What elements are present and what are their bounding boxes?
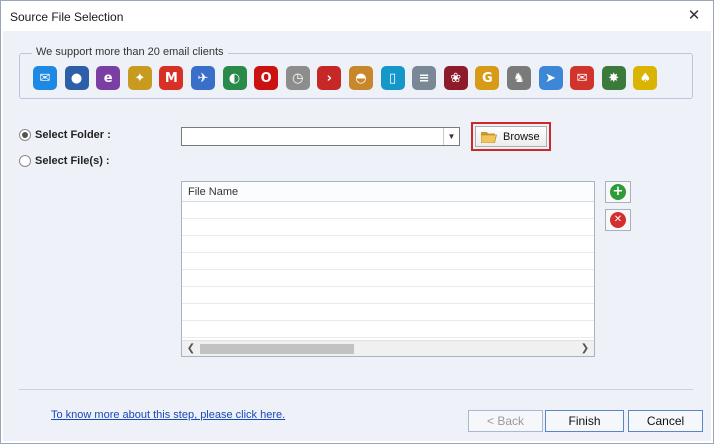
chevron-down-icon[interactable]: ▼ (443, 128, 459, 145)
list-item[interactable] (182, 321, 594, 338)
mail-icon: ✉ (33, 66, 57, 90)
browse-button[interactable]: Browse (475, 126, 547, 147)
bat-icon: ♠ (633, 66, 658, 90)
select-files-label: Select File(s) : (35, 155, 110, 167)
title-bar: Source File Selection ✕ (1, 1, 713, 31)
scroll-thumb[interactable] (200, 344, 354, 354)
gmail-icon: M (159, 66, 184, 90)
postbox-icon: ✈ (190, 66, 215, 90)
back-button[interactable]: < Back (468, 410, 543, 432)
browse-label: Browse (503, 130, 540, 143)
footer-divider (19, 389, 693, 390)
close-icon[interactable]: ✕ (685, 7, 703, 25)
window-title: Source File Selection (10, 10, 124, 24)
opera-icon: O (254, 66, 279, 90)
source-file-selection-dialog: Source File Selection ✕ We support more … (0, 0, 714, 444)
horizontal-scrollbar[interactable]: ❮ ❯ (182, 340, 594, 356)
help-link[interactable]: To know more about this step, please cli… (51, 409, 285, 421)
list-item[interactable] (182, 287, 594, 304)
select-files-option[interactable]: Select File(s) : (19, 155, 110, 167)
file-list[interactable]: File Name ❮ ❯ (181, 181, 595, 357)
g-icon: G (475, 66, 500, 90)
list-item[interactable] (182, 253, 594, 270)
list-item[interactable] (182, 304, 594, 321)
finish-button[interactable]: Finish (545, 410, 624, 432)
clients-legend: We support more than 20 email clients (32, 46, 228, 58)
list-item[interactable] (182, 219, 594, 236)
select-folder-option[interactable]: Select Folder : (19, 129, 111, 141)
claws-icon: ◐ (222, 66, 247, 90)
scroll-right-icon[interactable]: ❯ (577, 341, 593, 356)
select-files-radio[interactable] (19, 155, 31, 167)
list-item[interactable] (182, 270, 594, 287)
notes-icon: ≡ (412, 66, 437, 90)
list-item[interactable] (182, 236, 594, 253)
grapes-icon: ❀ (443, 66, 468, 90)
client-icon-row: ✉ ● e ✦ M ✈ ◐ O ◷ › ◓ ▯ ≡ ❀ G ♞ ➤ ✉ ✸ ♠ (33, 66, 658, 92)
red-arrow-icon: › (317, 66, 342, 90)
gnu-icon: ♞ (506, 66, 531, 90)
remove-file-button[interactable]: ✕ (605, 209, 631, 231)
sunset-icon: ◓ (348, 66, 373, 90)
clock-mail-icon: ◷ (285, 66, 310, 90)
list-item[interactable] (182, 202, 594, 219)
column-header-file-name[interactable]: File Name (182, 182, 594, 202)
dialog-content: We support more than 20 email clients ✉ ●… (3, 31, 711, 441)
thunderbird-icon: ● (64, 66, 89, 90)
scroll-left-icon[interactable]: ❮ (183, 341, 199, 356)
add-file-button[interactable]: + (605, 181, 631, 203)
bluemail-icon: ▯ (380, 66, 405, 90)
evolution-icon: ✸ (601, 66, 626, 90)
plus-icon: + (610, 184, 626, 200)
pocomail-icon: ✦ (127, 66, 152, 90)
file-list-rows (182, 202, 594, 338)
cancel-button[interactable]: Cancel (628, 410, 703, 432)
radio-selected-dot (22, 132, 28, 138)
select-folder-radio[interactable] (19, 129, 31, 141)
folder-open-icon (481, 131, 497, 143)
send-icon: ➤ (538, 66, 563, 90)
folder-path-combobox[interactable]: ▼ (181, 127, 460, 146)
select-folder-label: Select Folder : (35, 129, 111, 141)
remove-icon: ✕ (610, 212, 626, 228)
supported-clients-group: We support more than 20 email clients ✉ ●… (19, 46, 693, 99)
envelope-icon: ✉ (570, 66, 595, 90)
eudora-icon: e (96, 66, 121, 90)
